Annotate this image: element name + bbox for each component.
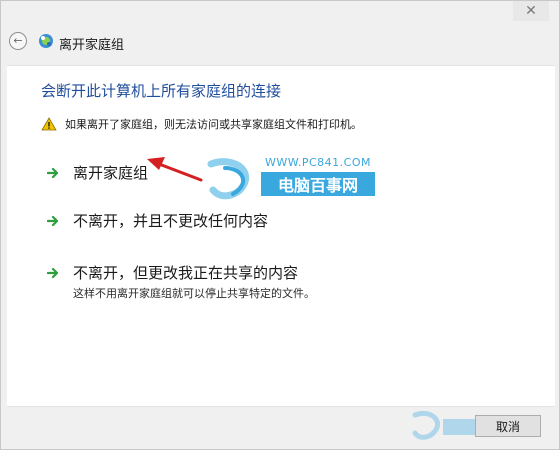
option-description: 这样不用离开家庭组就可以停止共享特定的文件。 — [73, 287, 315, 300]
watermark-logo-icon — [207, 158, 250, 200]
warning-row: 如果离开了家庭组，则无法访问或共享家庭组文件和打印机。 — [41, 116, 362, 132]
close-button[interactable]: ✕ — [513, 1, 549, 21]
green-arrow-icon — [47, 267, 59, 278]
content-panel: 会断开此计算机上所有家庭组的连接 如果离开了家庭组，则无法访问或共享家庭组文件和… — [7, 65, 555, 407]
back-arrow-icon: ← — [13, 34, 23, 47]
leave-homegroup-window: ✕ ← 离开家庭组 会断开此计算机上所有家庭组的连接 如果离开了家庭组，则无法访… — [0, 0, 560, 450]
option-label: 不离开，但更改我正在共享的内容 — [73, 264, 299, 282]
window-title: 离开家庭组 — [59, 38, 125, 53]
title-bar: ← 离开家庭组 — [1, 27, 559, 57]
watermark: WWW.PC841.COM 电脑百事网 — [203, 156, 383, 216]
watermark-url: WWW.PC841.COM — [265, 156, 371, 169]
warning-icon — [41, 117, 57, 131]
annotation-arrow-icon — [147, 157, 203, 182]
option-change-sharing[interactable]: 不离开，但更改我正在共享的内容 — [47, 262, 298, 283]
green-arrow-icon — [47, 215, 59, 226]
close-icon: ✕ — [525, 3, 537, 19]
option-label: 离开家庭组 — [73, 164, 149, 182]
homegroup-icon — [39, 34, 53, 48]
warning-text: 如果离开了家庭组，则无法访问或共享家庭组文件和打印机。 — [65, 118, 362, 131]
green-arrow-icon — [47, 167, 59, 178]
option-leave-homegroup[interactable]: 离开家庭组 — [47, 162, 148, 183]
back-button[interactable]: ← — [9, 32, 27, 50]
cancel-button[interactable]: 取消 — [475, 415, 541, 437]
page-heading: 会断开此计算机上所有家庭组的连接 — [41, 82, 282, 100]
watermark-brand: 电脑百事网 — [261, 172, 375, 196]
